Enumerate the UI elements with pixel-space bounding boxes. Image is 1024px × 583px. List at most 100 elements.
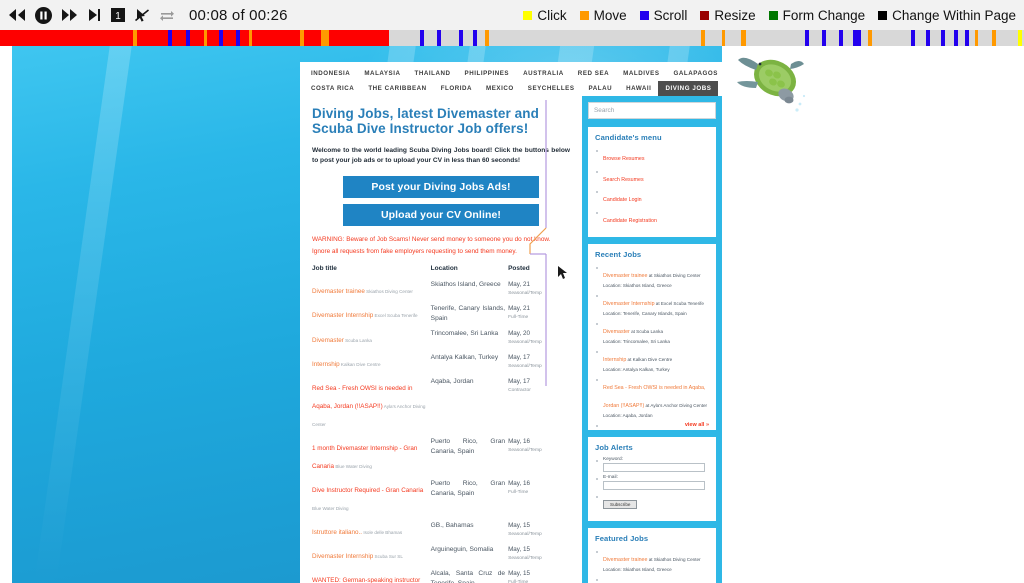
cell-posted: May, 15 Seasonal/Temp xyxy=(508,542,570,566)
cell-location: Trincomalee, Sri Lanka xyxy=(430,330,499,338)
nav-item-diving-jobs[interactable]: DIVING JOBS xyxy=(658,81,719,96)
timeline-marker xyxy=(911,30,916,46)
list-item[interactable]: Candidate Login xyxy=(595,188,709,206)
list-item[interactable]: Red Sea - Fresh OWSI is needed in Aqaba,… xyxy=(595,376,709,419)
nav-item-australia[interactable]: AUSTRALIA xyxy=(516,66,571,81)
nav-item-costa-rica[interactable]: COSTA RICA xyxy=(304,81,361,96)
legend-item-click: Click xyxy=(523,8,567,23)
list-item[interactable]: Internship at Kalkan Dive Centre Location… xyxy=(595,348,709,373)
list-item[interactable]: Divemaster Internship at Excel Scuba Ten… xyxy=(595,576,709,583)
nav-item-red-sea[interactable]: RED SEA xyxy=(571,66,616,81)
nav-item-galapagos[interactable]: GALAPAGOS xyxy=(667,66,725,81)
page-number-button[interactable]: 1 xyxy=(111,8,125,22)
featured-jobs-list: Divemaster trainee at Skiathos Diving Ce… xyxy=(595,548,709,583)
timeline-marker xyxy=(741,30,747,46)
list-item[interactable]: Divemaster trainee at Skiathos Diving Ce… xyxy=(595,548,709,573)
table-row[interactable]: WANTED: German-speaking instructor for T… xyxy=(312,566,570,583)
view-all-link[interactable]: view all » xyxy=(685,422,709,428)
email-input[interactable] xyxy=(603,480,705,490)
timeline-marker xyxy=(248,30,253,46)
nav-item-indonesia[interactable]: INDONESIA xyxy=(304,66,357,81)
candidates-menu-link[interactable]: Candidate Login xyxy=(603,197,642,203)
job-link[interactable]: Internship xyxy=(603,357,626,363)
candidates-menu-link[interactable]: Candidate Registration xyxy=(603,218,657,224)
nav-item-hawaii[interactable]: HAWAII xyxy=(619,81,658,96)
job-link[interactable]: Divemaster trainee xyxy=(603,273,647,279)
job-location: Location: Skiathos Island, Greece xyxy=(603,567,672,573)
job-link[interactable]: Divemaster Internship xyxy=(603,301,655,307)
keyword-input[interactable] xyxy=(603,462,705,472)
nav-item-seychelles[interactable]: SEYCHELLES xyxy=(521,81,582,96)
legend-item-change-within-page: Change Within Page xyxy=(878,8,1016,23)
job-posted-date: May, 21 xyxy=(508,305,530,313)
list-item[interactable]: Candidate Registration xyxy=(595,209,709,227)
table-row[interactable]: 1 month Divemaster Internship - Gran Can… xyxy=(312,434,570,476)
job-title-link[interactable]: Istruttore italiano.. xyxy=(312,529,362,536)
nav-item-palau[interactable]: PALAU xyxy=(582,81,620,96)
hide-mouse-icon[interactable] xyxy=(134,8,150,23)
upload-cv-button[interactable]: Upload your CV Online! xyxy=(343,204,539,226)
loop-button[interactable] xyxy=(159,8,175,22)
timeline-marker xyxy=(838,30,843,46)
job-title-link[interactable]: Dive Instructor Required - Gran Canaria xyxy=(312,487,423,494)
cell-job-title: WANTED: German-speaking instructor for T… xyxy=(312,566,431,583)
table-row[interactable]: Divemaster Scuba Lanka Trincomalee, Sri L… xyxy=(312,326,570,350)
recent-jobs-list: Divemaster trainee at Skiathos Diving Ce… xyxy=(595,264,709,428)
list-item[interactable]: Search Resumes xyxy=(595,168,709,186)
timeline-marker xyxy=(721,30,726,46)
legend-item-scroll: Scroll xyxy=(639,8,687,23)
nav-item-maldives[interactable]: MALDIVES xyxy=(616,66,666,81)
job-link[interactable]: Divemaster xyxy=(603,329,630,335)
post-jobs-button[interactable]: Post your Diving Jobs Ads! xyxy=(343,176,539,198)
list-item[interactable]: Divemaster trainee at Skiathos Diving Ce… xyxy=(595,264,709,289)
sidebar-search-input[interactable]: Search xyxy=(588,102,716,119)
table-row[interactable]: Divemaster trainee Skiathos Diving Cente… xyxy=(312,277,570,301)
cell-location: Tenerife, Canary Islands, Spain xyxy=(430,305,506,322)
subscribe-button[interactable]: Subscribe xyxy=(603,499,638,509)
table-row[interactable]: Divemaster Internship Excel Scuba Teneri… xyxy=(312,301,570,326)
sea-turtle-image xyxy=(737,57,806,112)
fast-forward-button[interactable] xyxy=(61,8,79,22)
timeline-scrubber[interactable] xyxy=(0,30,1024,46)
job-posted-date: May, 20 xyxy=(508,330,530,338)
job-title-link[interactable]: Divemaster xyxy=(312,337,344,344)
candidates-menu-link[interactable]: Browse Resumes xyxy=(603,156,645,162)
page-title-line-2: Scuba Dive Instructor Job offers! xyxy=(312,121,529,136)
table-row[interactable]: Dive Instructor Required - Gran Canaria … xyxy=(312,476,570,518)
nav-item-philippines[interactable]: PHILIPPINES xyxy=(458,66,517,81)
timeline-marker xyxy=(701,30,706,46)
job-employer: at Skiathos Diving Center xyxy=(647,557,701,563)
job-link[interactable]: Divemaster trainee xyxy=(603,557,647,563)
job-title-link[interactable]: WANTED: German-speaking instructor for T… xyxy=(312,577,420,583)
job-title-link[interactable]: Internship xyxy=(312,361,340,368)
timeline-marker xyxy=(437,30,442,46)
nav-item-florida[interactable]: FLORIDA xyxy=(434,81,479,96)
nav-item-thailand[interactable]: THAILAND xyxy=(408,66,458,81)
job-company: Excel Scuba Tenerife xyxy=(373,313,418,319)
candidates-menu-list: Browse Resumes Search Resumes Candidate Lo… xyxy=(595,147,709,227)
candidates-menu-link[interactable]: Search Resumes xyxy=(603,177,644,183)
job-posted-date: May, 17 xyxy=(508,378,530,386)
next-frame-button[interactable] xyxy=(88,8,102,22)
recent-jobs-title: Recent Jobs xyxy=(595,250,642,259)
job-title-link[interactable]: Divemaster Internship xyxy=(312,312,373,319)
nav-item-the-caribbean[interactable]: THE CARIBBEAN xyxy=(361,81,433,96)
list-item[interactable]: Browse Resumes xyxy=(595,147,709,165)
job-title-link[interactable]: Divemaster Internship xyxy=(312,553,373,560)
cell-job-title: Divemaster Internship Excel Scuba Teneri… xyxy=(312,301,431,326)
table-row[interactable]: Red Sea - Fresh OWSI is needed in Aqaba,… xyxy=(312,374,570,434)
cell-job-title: Red Sea - Fresh OWSI is needed in Aqaba,… xyxy=(312,374,431,434)
job-type: Seasonal/Temp xyxy=(508,290,542,296)
list-item[interactable]: Divemaster Internship at Excel Scuba Ten… xyxy=(595,292,709,317)
list-item[interactable]: Divemaster at Scuba Lanka Location: Trinc… xyxy=(595,320,709,345)
rewind-button[interactable] xyxy=(8,8,26,22)
job-title-link[interactable]: Divemaster trainee xyxy=(312,288,365,295)
table-row[interactable]: Divemaster Internship Scuba Sur SL Arguin… xyxy=(312,542,570,566)
job-posted-date: May, 15 xyxy=(508,546,530,554)
timeline-marker xyxy=(804,30,809,46)
table-row[interactable]: Internship Kalkan Dive Centre Antalya Kal… xyxy=(312,350,570,374)
pause-button[interactable] xyxy=(35,6,52,24)
nav-item-malaysia[interactable]: MALAYSIA xyxy=(357,66,407,81)
nav-item-mexico[interactable]: MEXICO xyxy=(479,81,521,96)
table-row[interactable]: Istruttore italiano.. Isole delle Bhamas… xyxy=(312,518,570,542)
